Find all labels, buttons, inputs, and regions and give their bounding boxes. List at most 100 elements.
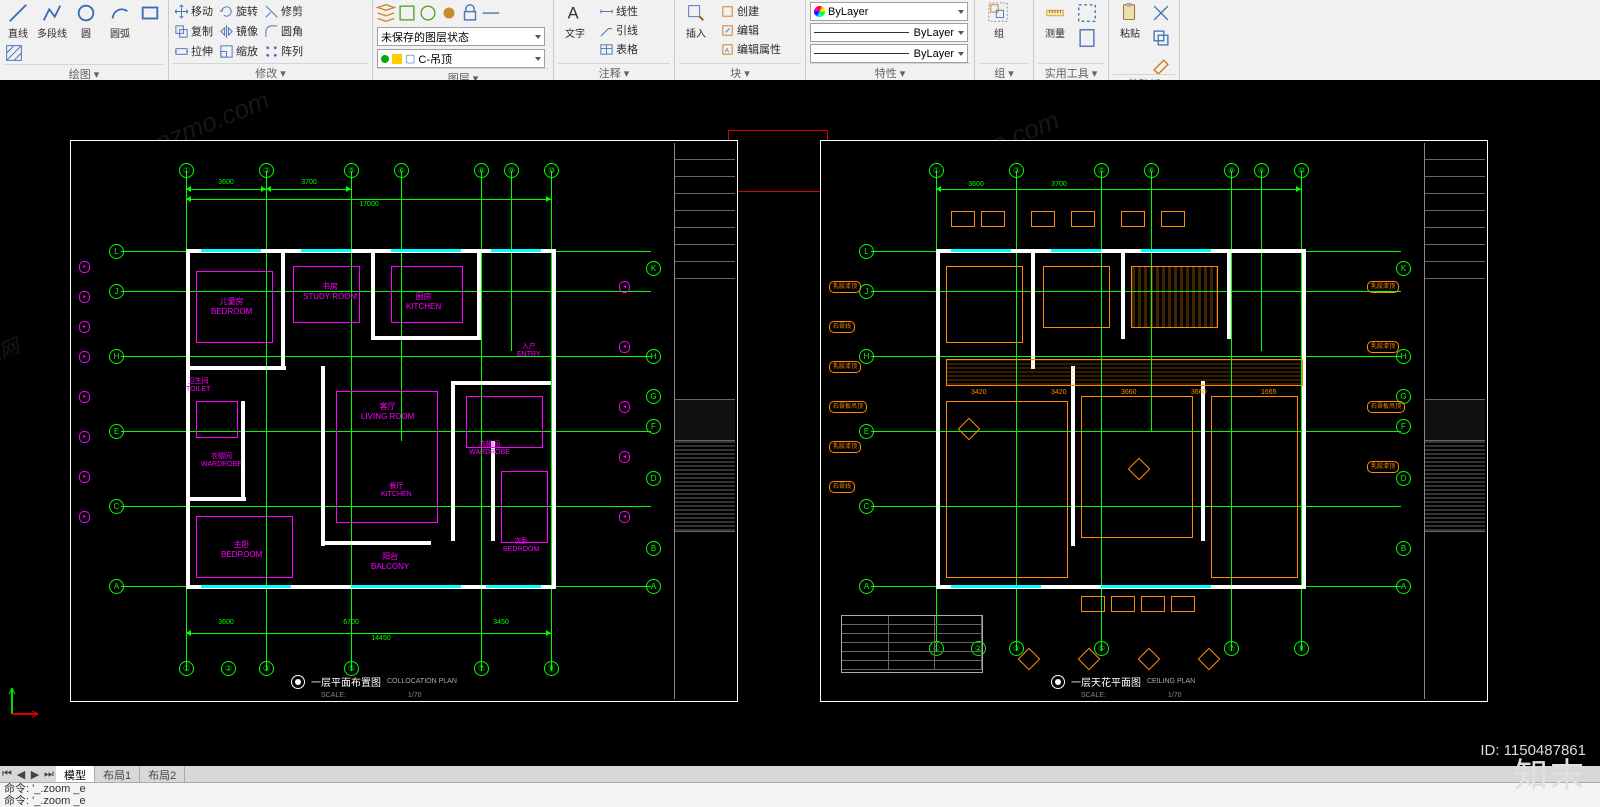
- tool-scale[interactable]: 缩放: [218, 42, 259, 60]
- wall: [371, 336, 481, 340]
- section-marker: [1198, 648, 1221, 671]
- grid-bubble: C: [859, 499, 874, 514]
- tool-block-attr[interactable]: A编辑属性: [719, 40, 782, 58]
- grid-bubble: A: [646, 579, 661, 594]
- prop-lweight-dropdown[interactable]: ByLayer: [810, 23, 968, 42]
- command-line[interactable]: 命令: '_.zoom _e 命令: '_.zoom _e: [0, 782, 1600, 807]
- quickcalc-icon[interactable]: [1078, 27, 1096, 49]
- layer-off-icon[interactable]: [440, 2, 458, 24]
- tag: ▸: [79, 291, 90, 303]
- brand-logo: 知末: [1514, 748, 1586, 797]
- room-label: 书房STUDY ROOM: [303, 281, 357, 301]
- ceiling-zone: [946, 266, 1023, 343]
- copy-icon[interactable]: [1153, 27, 1169, 49]
- tag: 乳胶漆顶: [1367, 461, 1399, 473]
- tab-layout2[interactable]: 布局2: [140, 766, 185, 784]
- layer-match-icon[interactable]: [482, 2, 500, 24]
- tag: 乳胶漆顶: [829, 281, 861, 293]
- tool-insert[interactable]: 插入: [679, 2, 713, 40]
- tag: 石膏线: [829, 321, 855, 333]
- tool-block-create[interactable]: 创建: [719, 2, 782, 20]
- tool-array[interactable]: 阵列: [263, 42, 304, 60]
- wall: [186, 366, 286, 370]
- grid-line: [871, 356, 1401, 357]
- tool-rotate[interactable]: 旋转: [218, 2, 259, 20]
- tab-prev-icon[interactable]: ◀: [14, 768, 28, 781]
- tab-first-icon[interactable]: ⏮: [0, 768, 14, 781]
- tag: ▸: [79, 511, 90, 523]
- dim: [936, 189, 1301, 190]
- tool-fillet[interactable]: 圆角: [263, 22, 304, 40]
- grid-bubble: B: [646, 541, 661, 556]
- wall: [1201, 381, 1205, 541]
- tool-block-edit[interactable]: 编辑: [719, 21, 782, 39]
- prop-ltype-dropdown[interactable]: ByLayer: [810, 44, 968, 63]
- layer-lock-icon[interactable]: [461, 2, 479, 24]
- grid-bubble: H: [109, 349, 124, 364]
- tool-arc[interactable]: 圆弧: [106, 2, 134, 40]
- grid-bubble: ⑥: [1144, 163, 1159, 178]
- tab-layout1[interactable]: 布局1: [95, 766, 140, 784]
- grid-bubble: J: [109, 284, 124, 299]
- layer-state-dropdown[interactable]: 未保存的图层状态: [377, 27, 545, 46]
- wall: [186, 249, 190, 589]
- grid-bubble: ⑪: [544, 661, 559, 676]
- room-label: 入户ENTRY: [517, 341, 541, 358]
- grid-bubble: E: [109, 424, 124, 439]
- tool-polyline[interactable]: 多段线: [38, 2, 66, 40]
- grid-bubble: ③: [259, 163, 274, 178]
- room-label: 主卧BEDROOM: [221, 539, 262, 559]
- tool-line[interactable]: 直线: [4, 2, 32, 40]
- wall: [936, 249, 940, 589]
- tag: 乳胶漆顶: [1367, 281, 1399, 293]
- tool-mirror[interactable]: 镜像: [218, 22, 259, 40]
- tool-copy[interactable]: 复制: [173, 22, 214, 40]
- wall: [186, 497, 246, 501]
- grid-bubble: C: [109, 499, 124, 514]
- tag: 石膏板吊顶: [829, 401, 867, 413]
- layer-props-icon[interactable]: [377, 2, 395, 24]
- tag: 乳胶漆顶: [829, 441, 861, 453]
- tool-table[interactable]: 表格: [598, 40, 639, 58]
- tool-circle[interactable]: 圆: [72, 2, 100, 40]
- drawing-canvas[interactable]: www.znzmo.com www.znzmo.com www.znzmo.co…: [0, 80, 1600, 760]
- tool-move[interactable]: 移动: [173, 2, 214, 20]
- tool-dim-linear[interactable]: 线性: [598, 2, 639, 20]
- tool-text[interactable]: A文字: [558, 2, 592, 40]
- tool-stretch[interactable]: 拉伸: [173, 42, 214, 60]
- ucs-icon: [8, 682, 44, 718]
- prop-color-dropdown[interactable]: ByLayer: [810, 2, 968, 21]
- tag: ◂: [619, 401, 630, 413]
- grid-bubble: ②: [221, 661, 236, 676]
- tool-leader[interactable]: 引线: [598, 21, 639, 39]
- tag: ◂: [619, 451, 630, 463]
- tool-group[interactable]: 组: [979, 2, 1019, 40]
- window: [301, 249, 351, 252]
- tag: ▸: [79, 321, 90, 333]
- tab-model[interactable]: 模型: [56, 766, 95, 784]
- grid-bubble: F: [1396, 419, 1411, 434]
- tag: ◂: [619, 281, 630, 293]
- matchprop-icon[interactable]: [1153, 52, 1169, 74]
- tool-rect-icon[interactable]: [140, 2, 160, 24]
- tool-paste[interactable]: 粘贴: [1113, 2, 1147, 40]
- select-icon[interactable]: [1078, 2, 1096, 24]
- cut-icon[interactable]: [1153, 2, 1169, 24]
- layer-current-dropdown[interactable]: ▢C-吊顶: [377, 49, 545, 68]
- tag: 石膏线: [829, 481, 855, 493]
- tool-measure[interactable]: 测量: [1038, 2, 1072, 40]
- ceiling-zone: [1211, 396, 1298, 578]
- wall: [1227, 249, 1231, 339]
- tag: 乳胶漆顶: [829, 361, 861, 373]
- tool-hatch-icon[interactable]: [4, 42, 24, 64]
- tool-trim[interactable]: 修剪: [263, 2, 304, 20]
- grid-line: [511, 171, 512, 351]
- ceiling-tag-box: [981, 211, 1005, 227]
- grid-bubble: ⑦: [474, 661, 489, 676]
- layer-iso-icon[interactable]: [398, 2, 416, 24]
- layer-freeze-icon[interactable]: [419, 2, 437, 24]
- panel-modify: 移动 旋转 修剪 复制 镜像 圆角 拉伸 缩放 阵列 修改 ▾: [169, 0, 373, 82]
- tab-next-icon[interactable]: ▶: [28, 768, 42, 781]
- tag: ◂: [619, 511, 630, 523]
- tab-last-icon[interactable]: ⏭: [42, 768, 56, 781]
